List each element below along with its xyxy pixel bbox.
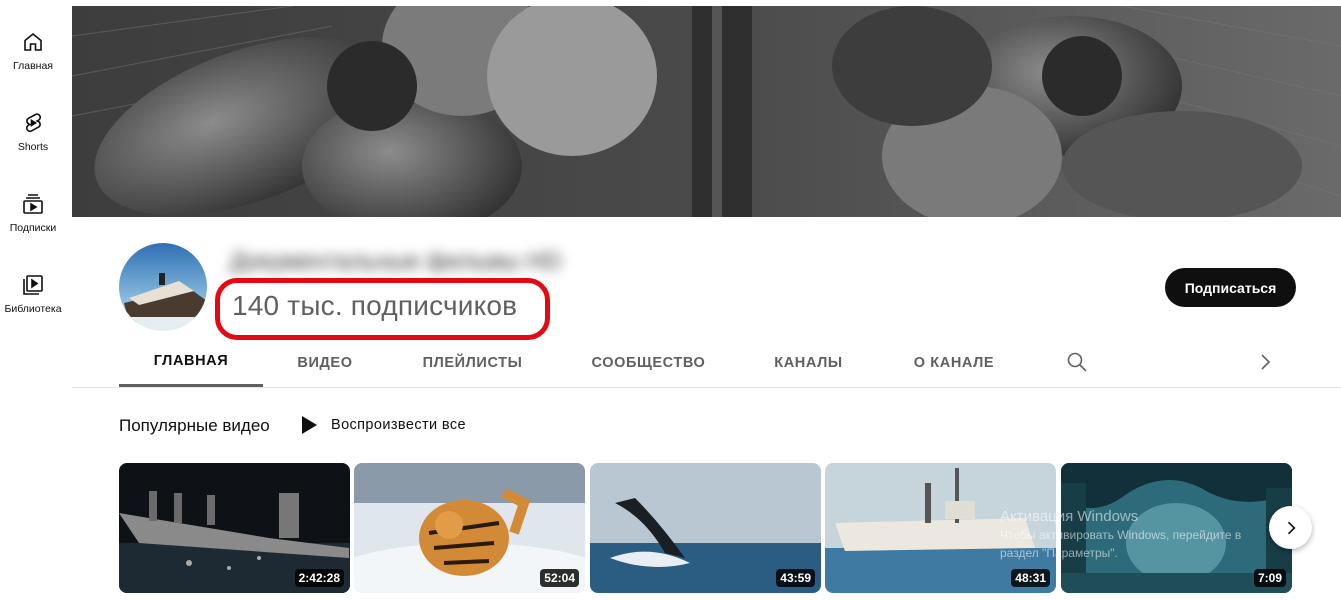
video-thumbnail[interactable]: 43:59 bbox=[590, 463, 821, 593]
video-thumbnail[interactable]: 7:09 bbox=[1061, 463, 1292, 593]
tab-playlists[interactable]: ПЛЕЙЛИСТЫ bbox=[387, 338, 558, 387]
guide-item-library[interactable]: Библиотека bbox=[0, 273, 66, 343]
youtube-channel-page: Главная Shorts Подписки Библиотека Докум… bbox=[0, 0, 1341, 600]
video-thumbnail[interactable]: 52:04 bbox=[354, 463, 585, 593]
tab-videos[interactable]: ВИДЕО bbox=[263, 338, 387, 387]
video-duration: 48:31 bbox=[1011, 569, 1050, 587]
guide-item-home[interactable]: Главная bbox=[0, 30, 66, 100]
subscriptions-icon bbox=[23, 194, 43, 214]
chevron-right-icon bbox=[1287, 521, 1296, 534]
play-all-label: Воспроизвести все bbox=[331, 417, 466, 433]
video-thumbnail[interactable]: 2:42:28 bbox=[119, 463, 350, 593]
home-icon bbox=[24, 32, 42, 51]
video-duration: 2:42:28 bbox=[294, 569, 344, 587]
tab-about[interactable]: О КАНАЛЕ bbox=[878, 338, 1030, 387]
carousel-next-button[interactable] bbox=[1269, 506, 1312, 549]
play-all-button[interactable]: Воспроизвести все bbox=[300, 414, 466, 436]
channel-avatar[interactable] bbox=[119, 243, 207, 331]
section-title: Популярные видео bbox=[119, 416, 270, 435]
tab-home[interactable]: ГЛАВНАЯ bbox=[119, 338, 263, 387]
video-thumbnail[interactable]: 48:31 bbox=[825, 463, 1056, 593]
tab-community[interactable]: СООБЩЕСТВО bbox=[558, 338, 739, 387]
channel-banner bbox=[72, 6, 1341, 217]
tab-channels[interactable]: КАНАЛЫ bbox=[739, 338, 878, 387]
channel-name: Документальные фильмы HD bbox=[230, 248, 562, 275]
video-duration: 43:59 bbox=[776, 569, 815, 587]
video-duration: 7:09 bbox=[1253, 569, 1286, 587]
channel-tabs: ГЛАВНАЯ ВИДЕО ПЛЕЙЛИСТЫ СООБЩЕСТВО КАНАЛ… bbox=[72, 338, 1341, 388]
guide-item-label: Библиотека bbox=[4, 303, 62, 315]
subscriber-count: 140 тыс. подписчиков bbox=[232, 290, 518, 321]
guide-item-shorts[interactable]: Shorts bbox=[0, 111, 66, 181]
video-duration: 52:04 bbox=[540, 569, 579, 587]
shorts-icon bbox=[26, 113, 41, 133]
search-icon[interactable] bbox=[1065, 350, 1089, 374]
guide-item-label: Shorts bbox=[17, 141, 49, 153]
play-icon bbox=[302, 416, 317, 434]
subscribe-button[interactable]: Подписаться bbox=[1165, 268, 1296, 307]
guide-item-label: Главная bbox=[13, 60, 53, 72]
guide-item-label: Подписки bbox=[9, 222, 57, 234]
guide-item-subscriptions[interactable]: Подписки bbox=[0, 192, 66, 262]
left-guide: Главная Shorts Подписки Библиотека bbox=[0, 0, 66, 600]
library-icon bbox=[23, 275, 43, 295]
chevron-right-icon[interactable] bbox=[1253, 350, 1277, 374]
